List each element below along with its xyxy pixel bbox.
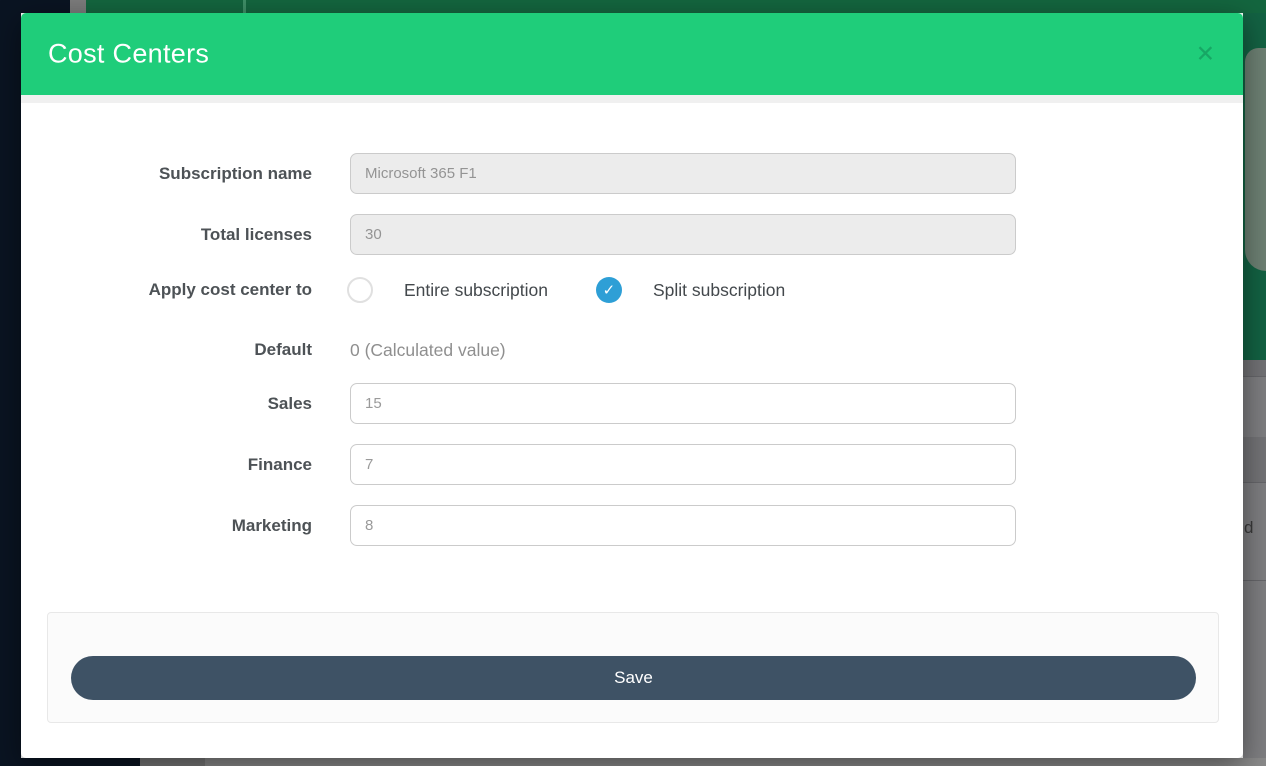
total-licenses-control	[350, 214, 1016, 255]
modal-footer: Save	[47, 612, 1219, 723]
backdrop-right-edge: d	[1243, 13, 1266, 766]
finance-control	[350, 444, 1016, 485]
backdrop-scrollbar-bottom	[140, 758, 205, 766]
backdrop-scrollbar-top	[70, 0, 86, 13]
modal-header: Cost Centers ✕	[21, 13, 1243, 95]
subscription-name-input	[350, 153, 1016, 194]
apply-cost-center-row: Apply cost center to Entire subscription…	[81, 275, 1016, 305]
backdrop-row-band	[1243, 437, 1266, 482]
cost-centers-modal: Cost Centers ✕ Subscription name Total l…	[21, 13, 1243, 758]
header-divider	[21, 95, 1243, 103]
backdrop-sidebar-left	[0, 13, 21, 758]
backdrop-row-divider	[1243, 580, 1266, 581]
backdrop-row-divider	[1243, 482, 1266, 483]
sales-row: Sales	[81, 383, 1016, 424]
backdrop-table-rows: d	[1243, 360, 1266, 766]
apply-cost-center-options: Entire subscription ✓ Split subscription	[347, 277, 1016, 303]
subscription-name-control	[350, 153, 1016, 194]
default-control: 0 (Calculated value)	[350, 340, 1016, 361]
backdrop-partial-text: d	[1244, 518, 1253, 538]
backdrop-header-tick	[243, 0, 246, 13]
backdrop-row-band	[1243, 360, 1266, 376]
default-value: 0 (Calculated value)	[350, 340, 506, 361]
backdrop-sidebar-top	[0, 0, 70, 13]
save-button[interactable]: Save	[71, 656, 1196, 700]
backdrop-sidebar-bottom	[0, 758, 140, 766]
marketing-row: Marketing	[81, 505, 1016, 546]
finance-row: Finance	[81, 444, 1016, 485]
radio-split-subscription-label[interactable]: Split subscription	[653, 280, 785, 301]
modal-title: Cost Centers	[48, 39, 209, 70]
backdrop-page-header	[86, 0, 1266, 13]
marketing-label: Marketing	[81, 516, 312, 536]
radio-split-subscription[interactable]: ✓	[596, 277, 622, 303]
finance-label: Finance	[81, 455, 312, 475]
check-icon: ✓	[603, 281, 616, 299]
default-row: Default 0 (Calculated value)	[81, 338, 1016, 362]
subscription-name-label: Subscription name	[81, 164, 312, 184]
radio-entire-subscription-label[interactable]: Entire subscription	[404, 280, 548, 301]
close-icon[interactable]: ✕	[1196, 43, 1215, 66]
backdrop-bottom-strip	[205, 758, 1266, 766]
sales-input[interactable]	[350, 383, 1016, 424]
sales-control	[350, 383, 1016, 424]
marketing-control	[350, 505, 1016, 546]
backdrop-avatar-circle	[1245, 48, 1266, 271]
marketing-input[interactable]	[350, 505, 1016, 546]
default-label: Default	[81, 340, 312, 360]
radio-entire-subscription[interactable]	[347, 277, 373, 303]
subscription-name-row: Subscription name	[81, 153, 1016, 194]
total-licenses-label: Total licenses	[81, 225, 312, 245]
total-licenses-row: Total licenses	[81, 214, 1016, 255]
backdrop-row-divider	[1243, 376, 1266, 377]
apply-cost-center-label: Apply cost center to	[81, 280, 312, 300]
finance-input[interactable]	[350, 444, 1016, 485]
sales-label: Sales	[81, 394, 312, 414]
total-licenses-input	[350, 214, 1016, 255]
